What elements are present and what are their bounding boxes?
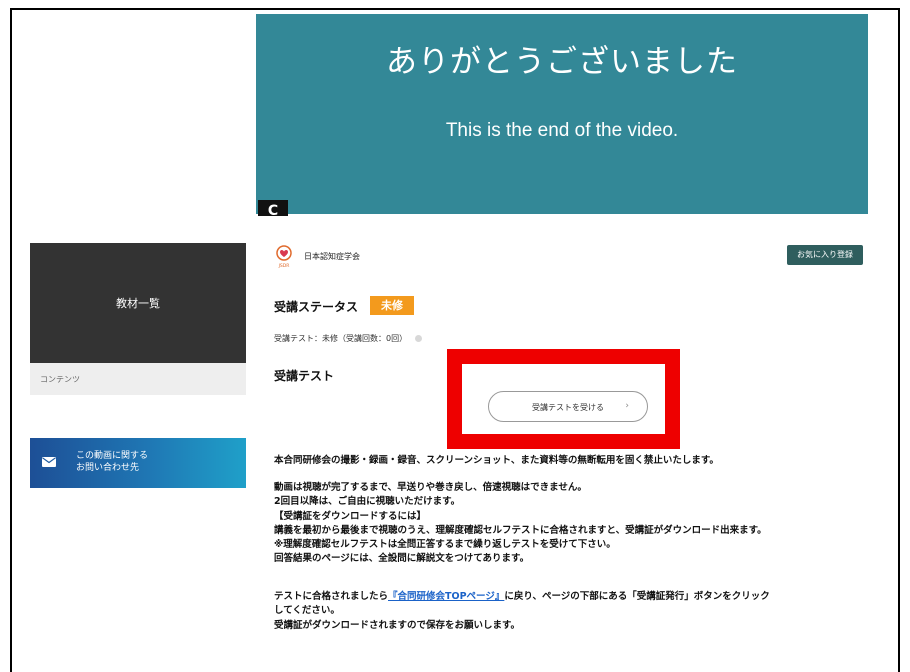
contents-label: コンテンツ <box>40 375 80 384</box>
contact-label-line1: この動画に関する <box>76 451 149 461</box>
certificate-instructions: テストに合格されましたら『合同研修会TOPページ』に戻り、ページの下部にある「受… <box>274 590 874 633</box>
test-heading: 受講テスト <box>274 369 335 383</box>
status-badge: 未修 <box>370 296 414 315</box>
certificate-line1: テストに合格されましたら『合同研修会TOPページ』に戻り、ページの下部にある「受… <box>274 590 874 604</box>
materials-list-label: 教材一覧 <box>116 297 160 310</box>
certificate-text-before: テストに合格されましたら <box>274 591 389 602</box>
favorite-button[interactable]: お気に入り登録 <box>787 245 863 265</box>
contact-label: この動画に関する お問い合わせ先 <box>76 450 148 474</box>
video-end-title: ありがとうございました <box>386 44 738 80</box>
contact-button[interactable]: この動画に関する お問い合わせ先 <box>30 438 246 488</box>
status-label: 受講ステータス <box>274 300 359 314</box>
org-logo: JSDR <box>276 245 292 269</box>
org-name: 日本認知症学会 <box>304 252 360 261</box>
chevron-right-icon: › <box>625 401 629 411</box>
instruction-line: 講義を最初から最後まで視聴のうえ、理解度確認セルフテストに合格されますと、受講証… <box>274 524 767 536</box>
materials-list-button[interactable]: 教材一覧 <box>30 243 246 363</box>
top-page-link[interactable]: 『合同研修会TOPページ』 <box>388 591 504 602</box>
certificate-line3: 受講証がダウンロードされますので保存をお願いします。 <box>274 619 521 631</box>
mail-icon <box>42 457 56 467</box>
replay-icon[interactable]: C <box>258 200 288 216</box>
viewing-instructions: 動画は視聴が完了するまで、早送りや巻き戻し、倍速視聴はできません。 2回目以降は… <box>274 481 874 567</box>
instruction-line: 2回目以降は、ご自由に視聴いただけます。 <box>274 496 461 508</box>
instruction-line: 動画は視聴が完了するまで、早送りや巻き戻し、倍速視聴はできません。 <box>274 482 587 493</box>
test-status-text: 受講テスト：未修（受講回数：0回） <box>274 334 408 343</box>
instruction-line: 回答結果のページには、全設問に解説文をつけてあります。 <box>274 553 530 565</box>
certificate-line2: してください。 <box>274 605 340 617</box>
instruction-line: ※理解度確認セルフテストは全問正答するまで繰り返しテストを受けて下さい。 <box>274 539 616 551</box>
copyright-notice: 本合同研修会の撮影・録画・録音、スクリーンショット、また資料等の無断転用を固く禁… <box>274 455 719 466</box>
take-test-button[interactable]: 受講テストを受ける › <box>488 391 648 422</box>
instruction-line: 【受講証をダウンロードするには】 <box>274 510 427 522</box>
org-logo-text: JSDR <box>278 263 290 269</box>
contents-tab[interactable]: コンテンツ <box>30 363 246 395</box>
certificate-text-after: に戻り、ページの下部にある「受講証発行」ボタンをクリック <box>504 591 770 602</box>
video-end-subtitle: This is the end of the video. <box>445 120 679 141</box>
status-dot <box>415 335 422 342</box>
take-test-label: 受講テストを受ける <box>532 403 604 412</box>
video-player[interactable]: ありがとうございました This is the end of the video… <box>256 14 868 216</box>
contact-label-line2: お問い合わせ先 <box>76 463 140 473</box>
